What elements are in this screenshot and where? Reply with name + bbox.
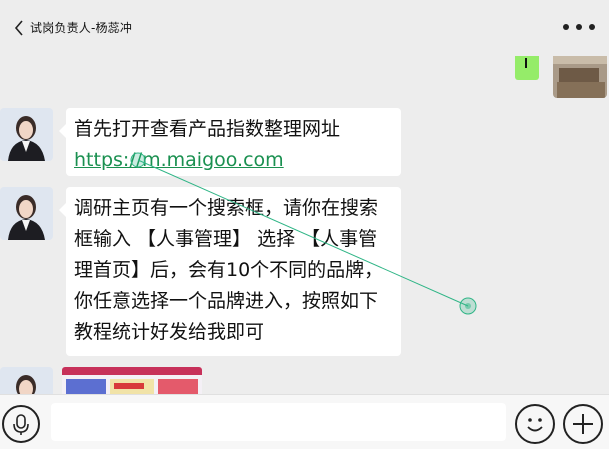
input-toolbar xyxy=(0,394,609,449)
message-bubble[interactable]: 调研主页有一个搜索框，请你在搜索框输入 【人事管理】 选择 【人事管理首页】后，… xyxy=(59,187,401,356)
avatar[interactable] xyxy=(0,367,53,394)
avatar[interactable] xyxy=(0,108,53,161)
message-link[interactable]: https://m.maigoo.com xyxy=(74,145,391,176)
message-bubble[interactable]: 首先打开查看产品指数整理网址 https://m.maigoo.com xyxy=(59,108,401,176)
chat-header: 试岗负责人-杨蕊冲 xyxy=(0,0,609,56)
plus-icon[interactable] xyxy=(563,404,603,444)
own-avatar[interactable] xyxy=(553,56,607,98)
own-message-bubble[interactable] xyxy=(515,56,539,80)
chevron-left-icon[interactable] xyxy=(12,18,26,38)
microphone-icon[interactable] xyxy=(2,405,40,443)
chat-title: 试岗负责人-杨蕊冲 xyxy=(30,21,133,35)
message-text: 调研主页有一个搜索框，请你在搜索框输入 【人事管理】 选择 【人事管理首页】后，… xyxy=(74,197,384,343)
avatar[interactable] xyxy=(0,187,53,240)
message-text: 首先打开查看产品指数整理网址 xyxy=(74,118,341,140)
image-message[interactable] xyxy=(62,367,202,394)
message-input[interactable] xyxy=(51,403,506,441)
emoji-icon[interactable] xyxy=(515,404,555,444)
message-list[interactable]: 首先打开查看产品指数整理网址 https://m.maigoo.com 调研主页… xyxy=(0,56,609,394)
more-dots-icon[interactable] xyxy=(563,20,595,34)
